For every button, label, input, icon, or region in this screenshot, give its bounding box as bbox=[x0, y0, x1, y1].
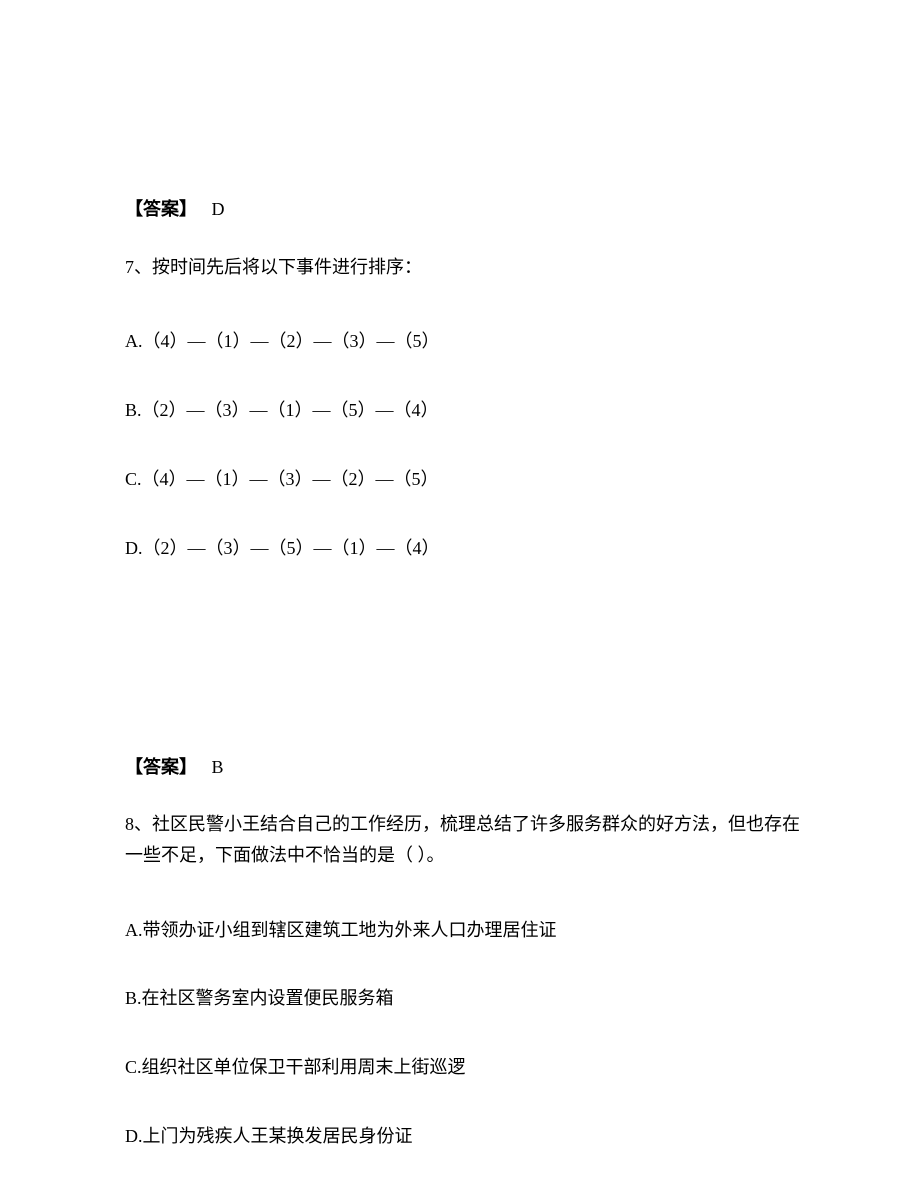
question-text: 按时间先后将以下事件进行排序： bbox=[152, 257, 422, 277]
question-7-option-d: D.（2）—（3）—（5）—（1）—（4） bbox=[125, 534, 805, 563]
question-7-option-c: C.（4）—（1）—（3）—（2）—（5） bbox=[125, 465, 805, 494]
answer-value: B bbox=[212, 757, 224, 777]
question-7-text: 7、按时间先后将以下事件进行排序： bbox=[125, 252, 805, 283]
question-8-option-a: A.带领办证小组到辖区建筑工地为外来人口办理居住证 bbox=[125, 916, 805, 945]
question-8-option-d: D.上门为残疾人王某换发居民身份证 bbox=[125, 1122, 805, 1151]
answer-6: 【答案】 D bbox=[125, 195, 805, 224]
question-8-option-b: B.在社区警务室内设置便民服务箱 bbox=[125, 984, 805, 1013]
question-8-text: 8、社区民警小王结合自己的工作经历，梳理总结了许多服务群众的好方法，但也存在一些… bbox=[125, 809, 805, 870]
answer-label: 【答案】 bbox=[125, 757, 197, 777]
question-7-option-a: A.（4）—（1）—（2）—（3）—（5） bbox=[125, 327, 805, 356]
question-number: 7、 bbox=[125, 257, 152, 277]
answer-label: 【答案】 bbox=[125, 199, 197, 219]
document-content: 【答案】 D 7、按时间先后将以下事件进行排序： A.（4）—（1）—（2）—（… bbox=[0, 0, 920, 1151]
answer-value: D bbox=[212, 199, 225, 219]
question-8-option-c: C.组织社区单位保卫干部利用周末上街巡逻 bbox=[125, 1053, 805, 1082]
question-number: 8、 bbox=[125, 814, 152, 834]
question-7-option-b: B.（2）—（3）—（1）—（5）—（4） bbox=[125, 396, 805, 425]
answer-7: 【答案】 B bbox=[125, 753, 805, 782]
question-text: 社区民警小王结合自己的工作经历，梳理总结了许多服务群众的好方法，但也存在一些不足… bbox=[125, 814, 800, 865]
